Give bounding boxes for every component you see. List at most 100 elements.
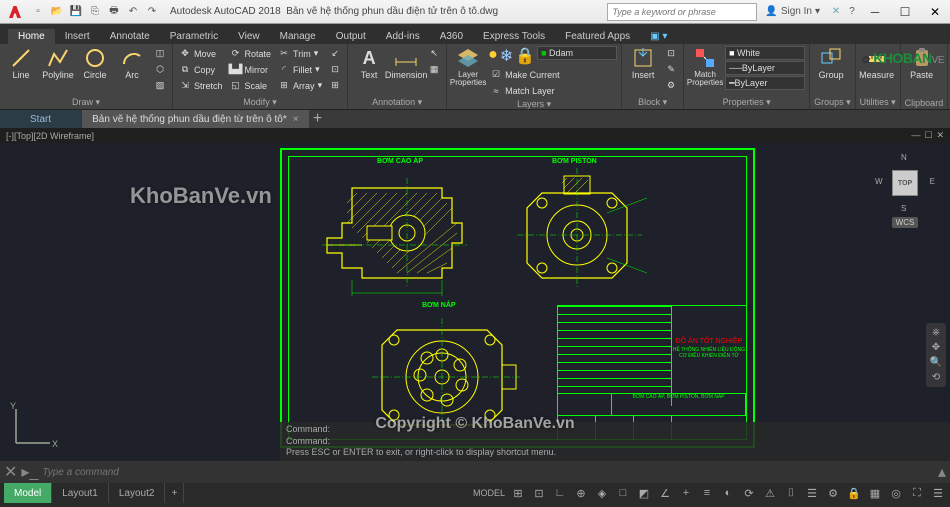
command-input[interactable] xyxy=(42,467,934,478)
status-model[interactable]: MODEL xyxy=(473,488,505,498)
layout-tab-2[interactable]: Layout2 xyxy=(109,483,166,503)
freeze-icon[interactable]: ❄ xyxy=(500,46,513,66)
search-input[interactable] xyxy=(607,3,757,21)
layer-dropdown[interactable]: ■ Ddam xyxy=(537,46,617,60)
otrack-icon[interactable]: ∠ xyxy=(657,485,673,501)
save-icon[interactable]: 💾 xyxy=(68,4,84,20)
snap-toggle-icon[interactable]: ⊡ xyxy=(531,485,547,501)
dyn-input-icon[interactable]: + xyxy=(678,485,694,501)
isolate-icon[interactable]: ◎ xyxy=(888,485,904,501)
color-dropdown[interactable]: ■ White xyxy=(725,46,805,60)
steering-wheel-icon[interactable]: ⎈ xyxy=(932,327,940,338)
draw-more1[interactable]: ◫ xyxy=(152,46,168,61)
clean-screen-icon[interactable]: ⛶ xyxy=(909,485,925,501)
redo-icon[interactable]: ↷ xyxy=(144,4,160,20)
text-button[interactable]: AText xyxy=(352,46,386,94)
exchange-icon[interactable]: ✕ xyxy=(828,4,844,20)
tab-parametric[interactable]: Parametric xyxy=(160,29,228,44)
linetype-dropdown[interactable]: ── ByLayer xyxy=(725,61,805,75)
ortho-toggle-icon[interactable]: ∟ xyxy=(552,485,568,501)
move-button[interactable]: ✥Move xyxy=(177,46,225,61)
tab-focus[interactable]: ▣ ▾ xyxy=(640,29,677,44)
isodraft-icon[interactable]: ◈ xyxy=(594,485,610,501)
lineweight-dropdown[interactable]: ━ ByLayer xyxy=(725,76,805,90)
line-button[interactable]: Line xyxy=(4,46,38,94)
fillet-button[interactable]: ◜Fillet ▾ xyxy=(276,62,324,77)
units-icon[interactable]: ⌷ xyxy=(783,485,799,501)
orbit-icon[interactable]: ⟲ xyxy=(932,372,940,383)
viewcube[interactable]: TOP N S W E WCS xyxy=(870,153,940,228)
draw-more3[interactable]: ▨ xyxy=(152,78,168,93)
match-layer-button[interactable]: ≈Match Layer xyxy=(488,83,617,98)
table-button[interactable]: ▦ xyxy=(426,62,442,77)
layout-tab-1[interactable]: Layout1 xyxy=(52,483,109,503)
tab-a360[interactable]: A360 xyxy=(430,29,473,44)
modify-ext1[interactable]: ↙ xyxy=(327,46,343,61)
zoom-icon[interactable]: 🔍 xyxy=(930,357,942,368)
edit-block-button[interactable]: ✎ xyxy=(663,62,679,77)
osnap-toggle-icon[interactable]: □ xyxy=(615,485,631,501)
cycling-icon[interactable]: ⟳ xyxy=(741,485,757,501)
new-icon[interactable]: ▫ xyxy=(30,4,46,20)
edit-attr-button[interactable]: ⚙ xyxy=(663,78,679,93)
insert-button[interactable]: Insert xyxy=(626,46,660,94)
customize-icon[interactable]: ☰ xyxy=(930,485,946,501)
trim-button[interactable]: ✂Trim ▾ xyxy=(276,46,324,61)
dimension-button[interactable]: Dimension xyxy=(389,46,423,94)
draw-more2[interactable]: ⬡ xyxy=(152,62,168,77)
tab-addins[interactable]: Add-ins xyxy=(376,29,430,44)
signin-button[interactable]: 👤 Sign In ▾ xyxy=(765,6,820,17)
plot-icon[interactable]: 🖶 xyxy=(106,4,122,20)
leader-button[interactable]: ↖ xyxy=(426,46,442,61)
file-tab[interactable]: Bản vẽ hệ thống phun dầu điện từ trên ô … xyxy=(81,110,308,128)
minimize-button[interactable]: ─ xyxy=(860,0,890,24)
lineweight-toggle-icon[interactable]: ≡ xyxy=(699,485,715,501)
drawing-canvas[interactable]: KhoBanVe.vn BƠM CAO ÁP BƠM PISTON BƠM NẮ… xyxy=(0,143,950,461)
viewport-label[interactable]: [-][Top][2D Wireframe] xyxy=(6,131,94,141)
scale-button[interactable]: ◱Scale xyxy=(228,78,274,93)
ucs-icon[interactable]: Y X xyxy=(8,401,58,453)
pan-icon[interactable]: ✥ xyxy=(932,342,940,353)
new-tab-button[interactable]: + xyxy=(309,110,327,128)
create-block-button[interactable]: ⊡ xyxy=(663,46,679,61)
layout-tab-model[interactable]: Model xyxy=(4,483,52,503)
tab-featured[interactable]: Featured Apps xyxy=(555,29,640,44)
maximize-button[interactable]: ☐ xyxy=(890,0,920,24)
modify-ext3[interactable]: ⊞ xyxy=(327,78,343,93)
tab-home[interactable]: Home xyxy=(8,29,55,44)
vp-min[interactable]: — xyxy=(911,130,920,141)
layer-properties-button[interactable]: Layer Properties xyxy=(451,46,485,94)
tab-output[interactable]: Output xyxy=(326,29,376,44)
tab-view[interactable]: View xyxy=(228,29,270,44)
grid-toggle-icon[interactable]: ⊞ xyxy=(510,485,526,501)
modify-ext2[interactable]: ⊡ xyxy=(327,62,343,77)
copy-button[interactable]: ⧉Copy xyxy=(177,62,225,77)
annomonitor-icon[interactable]: ⚠ xyxy=(762,485,778,501)
hardware-accel-icon[interactable]: ▦ xyxy=(867,485,883,501)
cmd-close-icon[interactable]: ✕ xyxy=(4,462,17,482)
anno-scale-icon[interactable]: 🔒 xyxy=(846,485,862,501)
bulb-icon[interactable]: ● xyxy=(488,46,498,66)
circle-button[interactable]: Circle xyxy=(78,46,112,94)
start-tab[interactable]: Start xyxy=(0,110,81,128)
open-icon[interactable]: 📂 xyxy=(49,4,65,20)
polar-toggle-icon[interactable]: ⊕ xyxy=(573,485,589,501)
group-button[interactable]: Group xyxy=(814,46,848,94)
mirror-button[interactable]: ▙▟Mirror xyxy=(228,62,274,77)
paste-button[interactable]: Paste xyxy=(905,46,939,94)
vp-close[interactable]: ✕ xyxy=(936,130,944,141)
3dosnap-icon[interactable]: ◩ xyxy=(636,485,652,501)
measure-button[interactable]: Measure xyxy=(860,46,894,94)
lock-icon[interactable]: 🔒 xyxy=(515,46,535,66)
tab-express[interactable]: Express Tools xyxy=(473,29,555,44)
undo-icon[interactable]: ↶ xyxy=(125,4,141,20)
quickprops-icon[interactable]: ☰ xyxy=(804,485,820,501)
tab-manage[interactable]: Manage xyxy=(270,29,326,44)
wcs-badge[interactable]: WCS xyxy=(892,217,919,228)
viewcube-top[interactable]: TOP xyxy=(892,170,918,196)
rotate-button[interactable]: ⟳Rotate xyxy=(228,46,274,61)
cmd-menu-icon[interactable]: ▴ xyxy=(938,462,946,482)
polyline-button[interactable]: Polyline xyxy=(41,46,75,94)
match-properties-button[interactable]: Match Properties xyxy=(688,46,722,94)
make-current-button[interactable]: ☑Make Current xyxy=(488,67,617,82)
